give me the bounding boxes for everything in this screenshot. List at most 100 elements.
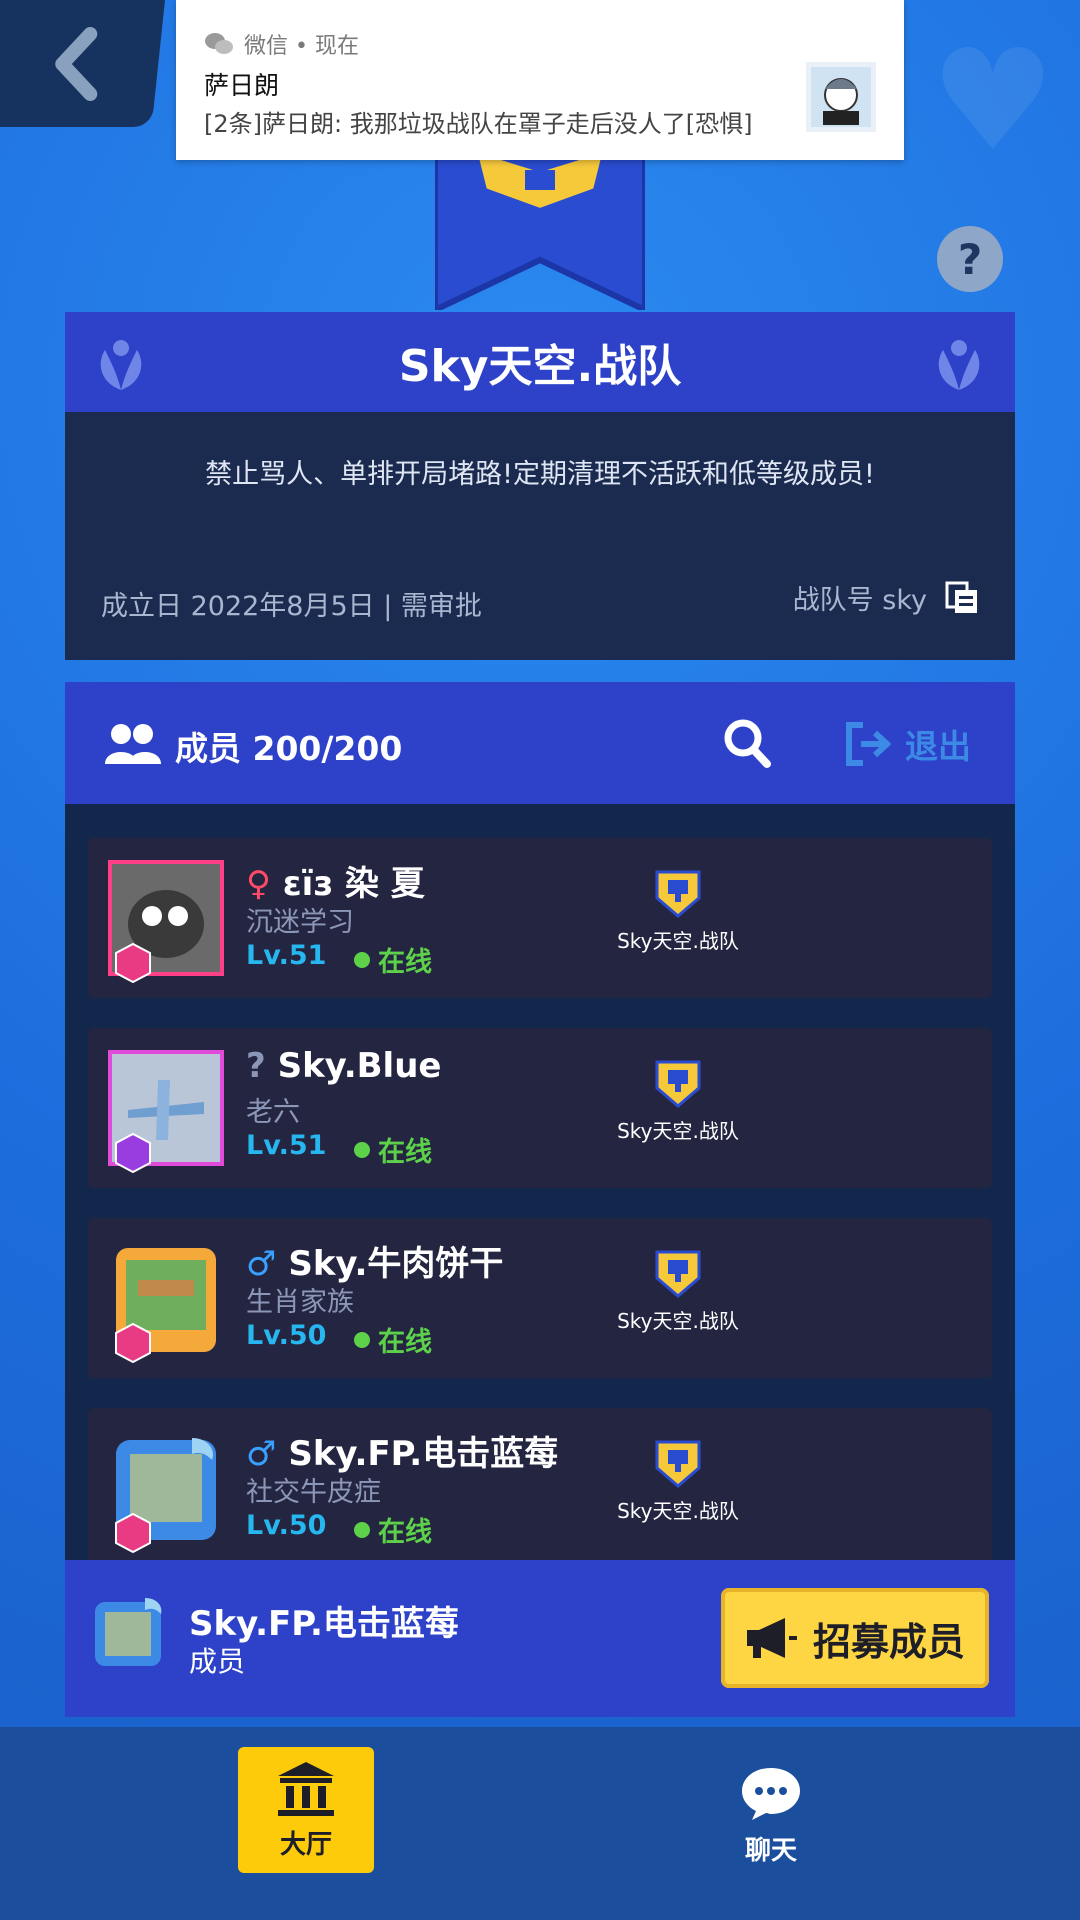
rank-badge-icon <box>115 1322 151 1364</box>
self-name: Sky.FP.电击蓝莓 <box>189 1604 459 1644</box>
notification-title: 萨日朗 <box>204 71 280 100</box>
trophy-shield-icon <box>655 1060 701 1108</box>
member-level: Lv.50 <box>246 1320 327 1351</box>
gender-unknown-icon: ? <box>246 1046 266 1086</box>
online-dot-icon <box>354 951 370 968</box>
member-title: 社交牛皮症 <box>246 1477 381 1508</box>
member-row[interactable]: ♂ Sky.牛肉饼干 生肖家族 Lv.50 在线 Sky天空.战队 <box>88 1218 992 1378</box>
online-dot-icon <box>354 1141 370 1158</box>
self-avatar-icon <box>95 1598 162 1666</box>
member-status-text: 在线 <box>378 1327 432 1358</box>
chat-bubble-icon <box>742 1767 800 1820</box>
member-title: 生肖家族 <box>246 1287 354 1318</box>
member-status: 在线 <box>354 1510 432 1549</box>
member-name: ♀ εїз 染 夏 <box>246 856 425 905</box>
gender-male-icon: ♂ <box>246 1434 277 1474</box>
member-team-label: Sky天空.战队 <box>617 1309 739 1333</box>
member-team-label: Sky天空.战队 <box>617 929 739 953</box>
member-avatar[interactable] <box>108 1050 224 1174</box>
back-button[interactable] <box>0 0 165 127</box>
exit-label: 退出 <box>905 727 971 766</box>
team-id-label: 战队号 sky <box>792 585 927 616</box>
member-level: Lv.51 <box>246 1130 327 1161</box>
nav-chat-tab[interactable]: 聊天 <box>700 1753 842 1879</box>
member-status: 在线 <box>354 940 432 979</box>
trophy-shield-icon <box>655 1440 701 1488</box>
online-dot-icon <box>354 1521 370 1538</box>
member-team-label: Sky天空.战队 <box>617 1119 739 1143</box>
recruit-members-button[interactable]: 招募成员 <box>721 1588 989 1688</box>
team-id: 战队号 sky <box>793 578 979 617</box>
member-level: Lv.50 <box>246 1510 327 1541</box>
members-count: 成员 200/200 <box>175 729 403 768</box>
chevron-left-icon <box>54 26 97 101</box>
notification-avatar <box>806 62 876 132</box>
member-team: Sky天空.战队 <box>613 1058 743 1144</box>
gender-female-icon: ♀ <box>246 864 271 904</box>
copy-icon[interactable] <box>945 581 979 615</box>
megaphone-icon <box>746 1618 797 1658</box>
wechat-icon <box>205 33 233 54</box>
self-role: 成员 <box>189 1645 246 1678</box>
member-name-text: Sky.FP.电击蓝莓 <box>288 1434 559 1474</box>
laurel-icon <box>100 340 142 390</box>
bottom-nav: 大厅 聊天 <box>0 1727 1080 1920</box>
team-title-bar: Sky天空.战队 <box>65 312 1015 412</box>
members-header: 成员 200/200 退出 <box>65 682 1015 804</box>
member-title: 沉迷学习 <box>246 907 354 938</box>
online-dot-icon <box>354 1331 370 1348</box>
team-name: Sky天空.战队 <box>398 341 682 392</box>
member-avatar[interactable] <box>108 1430 224 1554</box>
members-icon <box>105 724 161 764</box>
exit-icon <box>846 722 892 766</box>
rank-badge-icon <box>115 1512 151 1554</box>
member-row[interactable]: ♂ Sky.FP.电击蓝莓 社交牛皮症 Lv.50 在线 Sky天空.战队 <box>88 1408 992 1560</box>
notification-body: [2条]萨日朗: 我那垃圾战队在罩子走后没人了[恐惧] <box>204 110 753 138</box>
member-avatar[interactable] <box>108 1240 224 1364</box>
avatar-icon <box>811 67 871 127</box>
gender-male-icon: ♂ <box>246 1244 277 1284</box>
nav-hall-label: 大厅 <box>279 1829 332 1860</box>
team-founded: 成立日 2022年8月5日 | 需审批 <box>101 591 482 622</box>
member-status: 在线 <box>354 1320 432 1359</box>
team-motto: 禁止骂人、单排开局堵路!定期清理不活跃和低等级成员! <box>205 459 875 490</box>
member-name: ? Sky.Blue <box>246 1046 441 1086</box>
member-status-text: 在线 <box>378 1137 432 1168</box>
help-button[interactable]: ? <box>937 226 1003 292</box>
member-name: ♂ Sky.牛肉饼干 <box>246 1236 503 1285</box>
heart-decoration: ♥ <box>930 20 1056 183</box>
member-team: Sky天空.战队 <box>613 1248 743 1334</box>
member-avatar[interactable] <box>108 860 224 984</box>
member-team: Sky天空.战队 <box>613 868 743 954</box>
trophy-shield-icon <box>655 1250 701 1298</box>
rank-badge-icon <box>115 1132 151 1174</box>
nav-hall-tab[interactable]: 大厅 <box>238 1747 374 1873</box>
member-name-text: Sky.Blue <box>277 1046 442 1086</box>
recruit-label: 招募成员 <box>812 1619 965 1664</box>
member-status-text: 在线 <box>378 947 432 978</box>
wechat-notification[interactable]: 微信 • 现在 萨日朗 [2条]萨日朗: 我那垃圾战队在罩子走后没人了[恐惧] <box>176 0 904 160</box>
hall-building-icon <box>278 1761 334 1816</box>
member-team: Sky天空.战队 <box>613 1438 743 1524</box>
member-status: 在线 <box>354 1130 432 1169</box>
member-row[interactable]: ? Sky.Blue 老六 Lv.51 在线 Sky天空.战队 <box>88 1028 992 1188</box>
member-status-text: 在线 <box>378 1517 432 1548</box>
self-info-bar: Sky.FP.电击蓝莓 成员 招募成员 <box>65 1560 1015 1717</box>
member-name-text: εїз 染 夏 <box>282 864 425 904</box>
team-info-panel: 禁止骂人、单排开局堵路!定期清理不活跃和低等级成员! 成立日 2022年8月5日… <box>65 412 1015 660</box>
notification-app: 微信 • 现在 <box>204 28 359 60</box>
laurel-icon <box>938 340 980 390</box>
rank-badge-icon <box>115 942 151 984</box>
member-team-label: Sky天空.战队 <box>617 1499 739 1523</box>
nav-chat-label: 聊天 <box>744 1835 797 1866</box>
member-level: Lv.51 <box>246 940 327 971</box>
member-title: 老六 <box>246 1097 300 1128</box>
trophy-shield-icon <box>655 870 701 918</box>
member-name-text: Sky.牛肉饼干 <box>288 1244 504 1284</box>
notification-app-label: 微信 • 现在 <box>244 34 359 59</box>
exit-team-button[interactable]: 退出 <box>845 720 971 768</box>
members-list[interactable]: ♀ εїз 染 夏 沉迷学习 Lv.51 在线 Sky天空.战队 ? Sky.B… <box>65 804 1015 1560</box>
search-icon[interactable] <box>723 718 771 768</box>
member-name: ♂ Sky.FP.电击蓝莓 <box>246 1426 558 1475</box>
member-row[interactable]: ♀ εїз 染 夏 沉迷学习 Lv.51 在线 Sky天空.战队 <box>88 838 992 998</box>
